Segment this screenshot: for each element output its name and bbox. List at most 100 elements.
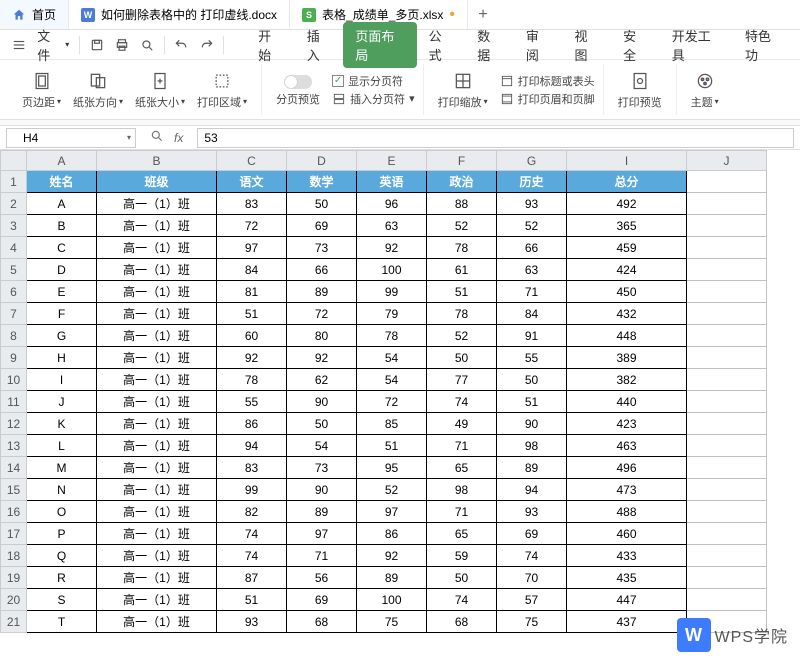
cell[interactable]: 433 <box>567 545 687 567</box>
cell[interactable]: 89 <box>287 281 357 303</box>
cell[interactable]: 69 <box>287 215 357 237</box>
cell[interactable]: 79 <box>357 303 427 325</box>
cell[interactable]: 74 <box>427 589 497 611</box>
page-break-preview-button[interactable]: 分页预览 <box>270 73 326 107</box>
cell[interactable] <box>687 391 767 413</box>
cell[interactable] <box>687 325 767 347</box>
cell[interactable]: 72 <box>287 303 357 325</box>
cell[interactable]: B <box>27 215 97 237</box>
spreadsheet-grid[interactable]: ABCDEFGIJ1姓名班级语文数学英语政治历史总分2A高一（1）班835096… <box>0 150 800 660</box>
column-header[interactable]: E <box>357 151 427 171</box>
cell[interactable]: 97 <box>287 523 357 545</box>
cell[interactable]: S <box>27 589 97 611</box>
cell[interactable] <box>687 567 767 589</box>
row-header[interactable]: 6 <box>1 281 27 303</box>
cell[interactable]: 68 <box>287 611 357 633</box>
cell[interactable]: 382 <box>567 369 687 391</box>
cell[interactable]: H <box>27 347 97 369</box>
cell[interactable] <box>687 215 767 237</box>
cell[interactable]: 90 <box>287 479 357 501</box>
cell[interactable]: 高一（1）班 <box>97 391 217 413</box>
cell[interactable]: O <box>27 501 97 523</box>
cell[interactable]: 473 <box>567 479 687 501</box>
print-button[interactable] <box>109 32 134 58</box>
header-cell[interactable]: 历史 <box>497 171 567 193</box>
menu-tab-9[interactable]: 特色功 <box>733 22 794 68</box>
cell[interactable]: 492 <box>567 193 687 215</box>
row-header[interactable]: 20 <box>1 589 27 611</box>
cell[interactable]: R <box>27 567 97 589</box>
cell[interactable] <box>687 545 767 567</box>
cell[interactable]: 74 <box>217 545 287 567</box>
cell[interactable]: 74 <box>497 545 567 567</box>
cell[interactable]: 63 <box>357 215 427 237</box>
cell[interactable]: 高一（1）班 <box>97 303 217 325</box>
cell[interactable]: 450 <box>567 281 687 303</box>
cell[interactable] <box>687 237 767 259</box>
cell[interactable]: 70 <box>497 567 567 589</box>
cell[interactable]: 52 <box>427 215 497 237</box>
menu-tab-6[interactable]: 视图 <box>563 22 612 68</box>
cell[interactable]: 94 <box>217 435 287 457</box>
cell[interactable]: 52 <box>497 215 567 237</box>
row-header[interactable]: 3 <box>1 215 27 237</box>
cell[interactable]: Q <box>27 545 97 567</box>
cell[interactable]: 50 <box>497 369 567 391</box>
row-header[interactable]: 16 <box>1 501 27 523</box>
cell[interactable]: 59 <box>427 545 497 567</box>
cell[interactable]: 89 <box>357 567 427 589</box>
cell[interactable]: 74 <box>217 523 287 545</box>
cell[interactable]: 51 <box>497 391 567 413</box>
column-header[interactable]: I <box>567 151 687 171</box>
cell[interactable]: 51 <box>217 303 287 325</box>
cell[interactable]: 98 <box>427 479 497 501</box>
cell[interactable]: 82 <box>217 501 287 523</box>
column-header[interactable]: J <box>687 151 767 171</box>
cell[interactable]: 71 <box>427 501 497 523</box>
cell[interactable]: 69 <box>497 523 567 545</box>
cell[interactable]: 77 <box>427 369 497 391</box>
cell[interactable]: 高一（1）班 <box>97 501 217 523</box>
cell[interactable]: 75 <box>357 611 427 633</box>
cell[interactable]: 99 <box>217 479 287 501</box>
row-header[interactable]: 9 <box>1 347 27 369</box>
cell[interactable]: E <box>27 281 97 303</box>
cell[interactable] <box>687 413 767 435</box>
name-box[interactable]: H4▾ <box>6 128 136 148</box>
cell[interactable]: L <box>27 435 97 457</box>
print-area-button[interactable]: 打印区域▾ <box>191 68 253 112</box>
fx-button[interactable]: fx <box>174 131 183 145</box>
row-header[interactable]: 21 <box>1 611 27 633</box>
cell[interactable]: 87 <box>217 567 287 589</box>
menu-tab-7[interactable]: 安全 <box>611 22 660 68</box>
header-cell[interactable]: 数学 <box>287 171 357 193</box>
cell[interactable]: 84 <box>217 259 287 281</box>
cell[interactable]: 365 <box>567 215 687 237</box>
cell[interactable]: 高一（1）班 <box>97 369 217 391</box>
cell[interactable]: 65 <box>427 523 497 545</box>
cell[interactable]: 92 <box>357 237 427 259</box>
row-header[interactable]: 13 <box>1 435 27 457</box>
cell[interactable]: 459 <box>567 237 687 259</box>
cell[interactable]: 424 <box>567 259 687 281</box>
cell[interactable]: 88 <box>427 193 497 215</box>
cell[interactable]: 高一（1）班 <box>97 193 217 215</box>
column-header[interactable]: D <box>287 151 357 171</box>
cell[interactable]: 89 <box>497 457 567 479</box>
cell[interactable] <box>687 435 767 457</box>
cell[interactable]: 93 <box>497 501 567 523</box>
app-menu-button[interactable] <box>6 32 31 58</box>
cell[interactable]: A <box>27 193 97 215</box>
row-header[interactable]: 7 <box>1 303 27 325</box>
cell[interactable] <box>687 457 767 479</box>
cell[interactable]: 78 <box>427 303 497 325</box>
cell[interactable]: 93 <box>497 193 567 215</box>
column-header[interactable]: G <box>497 151 567 171</box>
cell[interactable]: 435 <box>567 567 687 589</box>
cell[interactable]: 高一（1）班 <box>97 611 217 633</box>
cell[interactable]: 73 <box>287 457 357 479</box>
cell[interactable]: 52 <box>427 325 497 347</box>
cell[interactable]: 96 <box>357 193 427 215</box>
cell[interactable]: 78 <box>357 325 427 347</box>
cell[interactable] <box>687 193 767 215</box>
